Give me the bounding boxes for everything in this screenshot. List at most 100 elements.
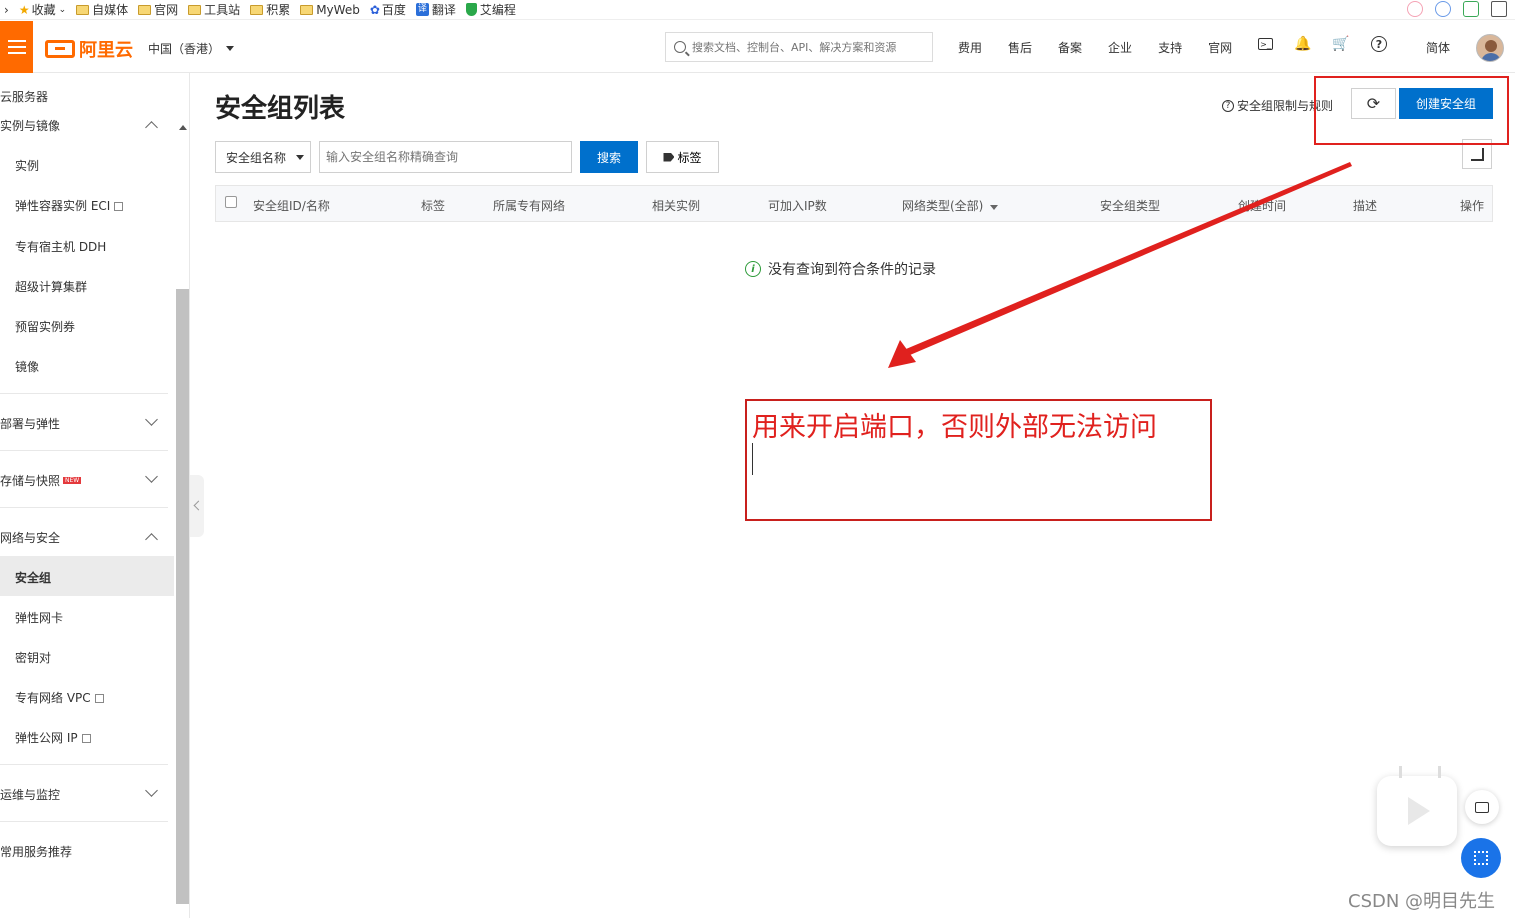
chevron-down-icon[interactable] <box>145 470 158 483</box>
divider <box>0 393 168 394</box>
sidebar-item-reserved[interactable]: 预留实例券 <box>15 318 75 335</box>
column-header-type: 安全组类型 <box>1100 199 1161 213</box>
sidebar-scrollbar[interactable] <box>176 289 189 904</box>
chevron-down-icon[interactable] <box>145 784 158 797</box>
nav-link-enterprise[interactable]: 企业 <box>1108 39 1132 56</box>
chevron-down-icon[interactable] <box>145 413 158 426</box>
help-icon[interactable]: ? <box>1371 36 1387 52</box>
column-header-vpc: 所属专有网络 <box>493 199 566 213</box>
floating-chat-button[interactable] <box>1465 790 1499 824</box>
bookmark-folder[interactable]: MyWeb <box>300 3 360 17</box>
table-header: 安全组ID/名称 标签 所属专有网络 相关实例 可加入IP数 网络类型(全部) … <box>215 185 1493 222</box>
apps-icon <box>1474 851 1488 865</box>
extension-cat-icon[interactable] <box>1407 1 1423 17</box>
column-header-network-type[interactable]: 网络类型(全部) <box>902 197 999 214</box>
filter-field-select[interactable]: 安全组名称 <box>215 141 311 173</box>
sidebar-item-scc[interactable]: 超级计算集群 <box>15 278 87 295</box>
sidebar-group-deploy[interactable]: 部署与弹性 <box>0 415 60 432</box>
bookmark-folder[interactable]: 积累 <box>250 1 290 18</box>
paw-icon: ✿ <box>369 2 380 17</box>
chevron-up-icon[interactable] <box>145 533 158 546</box>
search-icon <box>674 41 686 53</box>
nav-link-icp[interactable]: 备案 <box>1058 39 1082 56</box>
floating-video-player[interactable] <box>1377 776 1457 846</box>
column-header-actions: 操作 <box>1460 199 1485 213</box>
top-nav: 阿里云 中国（香港） 费用 售后 备案 企业 支持 官网 >_ 🔔 🛒 ? 简体 <box>0 21 1515 73</box>
aliyun-logo-icon <box>45 40 75 58</box>
sidebar: 云服务器 实例与镜像 实例 弹性容器实例 ECI 专有宿主机 DDH 超级计算集… <box>0 73 190 918</box>
bookmark-aibiancheng[interactable]: 艾编程 <box>465 1 516 18</box>
hamburger-menu-button[interactable] <box>0 21 33 73</box>
bookmark-folder[interactable]: 自媒体 <box>76 1 128 18</box>
column-header-id: 安全组ID/名称 <box>253 199 330 213</box>
extension-minus-icon[interactable] <box>1435 1 1451 17</box>
nav-icons: >_ 🔔 🛒 ? <box>1258 36 1387 52</box>
shield-icon <box>465 3 477 16</box>
sidebar-group-instances[interactable]: 实例与镜像 <box>0 117 60 134</box>
nav-link-support[interactable]: 支持 <box>1158 39 1182 56</box>
bookmark-folder[interactable]: 官网 <box>138 1 178 18</box>
sidebar-item-instances[interactable]: 实例 <box>15 157 39 174</box>
cart-icon[interactable]: 🛒 <box>1332 36 1349 52</box>
nav-link-fees[interactable]: 费用 <box>958 39 982 56</box>
bell-icon[interactable]: 🔔 <box>1294 36 1311 52</box>
help-icon: ? <box>1222 99 1234 112</box>
nav-links: 费用 售后 备案 企业 支持 官网 <box>958 39 1258 56</box>
divider <box>0 821 168 822</box>
divider <box>0 507 168 508</box>
tag-icon <box>663 152 675 162</box>
sidebar-item-eni[interactable]: 弹性网卡 <box>15 609 63 626</box>
play-icon <box>1408 797 1430 825</box>
external-link-icon <box>81 734 91 743</box>
sidebar-item-images[interactable]: 镜像 <box>15 358 39 375</box>
text-cursor <box>752 443 753 475</box>
language-switch[interactable]: 简体 <box>1426 39 1450 56</box>
scroll-up-icon[interactable] <box>179 125 187 130</box>
sidebar-item-security-group[interactable]: 安全组 <box>15 569 51 586</box>
star-icon: ★ <box>18 2 30 17</box>
sidebar-item-ddh[interactable]: 专有宿主机 DDH <box>15 238 106 255</box>
global-search-input[interactable] <box>692 40 922 54</box>
region-selector[interactable]: 中国（香港） <box>148 40 235 57</box>
search-button[interactable]: 搜索 <box>580 141 638 173</box>
bookmark-baidu[interactable]: ✿ 百度 <box>370 1 406 18</box>
column-header-instances: 相关实例 <box>652 199 701 213</box>
bookmark-translate[interactable]: 译翻译 <box>415 1 456 18</box>
sidebar-group-network[interactable]: 网络与安全 <box>0 529 60 546</box>
sidebar-item-vpc[interactable]: 专有网络 VPC <box>15 689 104 706</box>
chevron-down-icon: ⌄ <box>58 4 67 15</box>
external-link-icon <box>94 694 104 703</box>
sidebar-group-storage[interactable]: 存储与快照 NEW <box>0 472 82 489</box>
sidebar-item-keypair[interactable]: 密钥对 <box>15 649 51 666</box>
chevron-right-icon[interactable]: › <box>4 3 9 17</box>
folder-icon <box>138 4 152 15</box>
sidebar-item-eci[interactable]: 弹性容器实例 ECI <box>15 197 124 214</box>
bookmark-folder[interactable]: 工具站 <box>188 1 240 18</box>
extension-translate-icon[interactable] <box>1463 1 1479 17</box>
global-search[interactable] <box>665 32 933 62</box>
floating-apps-button[interactable] <box>1461 838 1501 878</box>
apps-grid-icon[interactable] <box>1491 1 1507 17</box>
bookmarks-bar: › ★ 收藏 ⌄ 自媒体 官网 工具站 积累 MyWeb ✿ 百度 译翻译 艾编程 <box>0 0 1515 20</box>
nav-link-official[interactable]: 官网 <box>1208 39 1232 56</box>
aliyun-logo[interactable]: 阿里云 <box>45 36 133 62</box>
chevron-up-icon[interactable] <box>145 121 158 134</box>
terminal-icon[interactable]: >_ <box>1258 38 1273 50</box>
filter-input[interactable] <box>319 141 572 173</box>
sidebar-group-ops[interactable]: 运维与监控 <box>0 786 60 803</box>
bookmark-favorites[interactable]: ★ 收藏 ⌄ <box>19 1 66 18</box>
column-header-description: 描述 <box>1353 199 1378 213</box>
caret-down-icon <box>990 205 999 210</box>
sidebar-group-recommend[interactable]: 常用服务推荐 <box>0 843 72 860</box>
info-icon: i <box>745 261 761 277</box>
new-badge: NEW <box>63 477 82 484</box>
tag-button[interactable]: 标签 <box>646 141 719 173</box>
annotation-note-text: 用来开启端口，否则外部无法访问 <box>752 412 1157 443</box>
sidebar-collapse-handle[interactable] <box>190 475 204 537</box>
sidebar-item-eip[interactable]: 弹性公网 IP <box>15 729 91 746</box>
select-all-checkbox[interactable] <box>225 196 237 208</box>
nav-link-aftersales[interactable]: 售后 <box>1008 39 1032 56</box>
folder-icon <box>188 4 202 15</box>
avatar[interactable] <box>1476 34 1504 62</box>
sidebar-title[interactable]: 云服务器 <box>0 88 48 105</box>
